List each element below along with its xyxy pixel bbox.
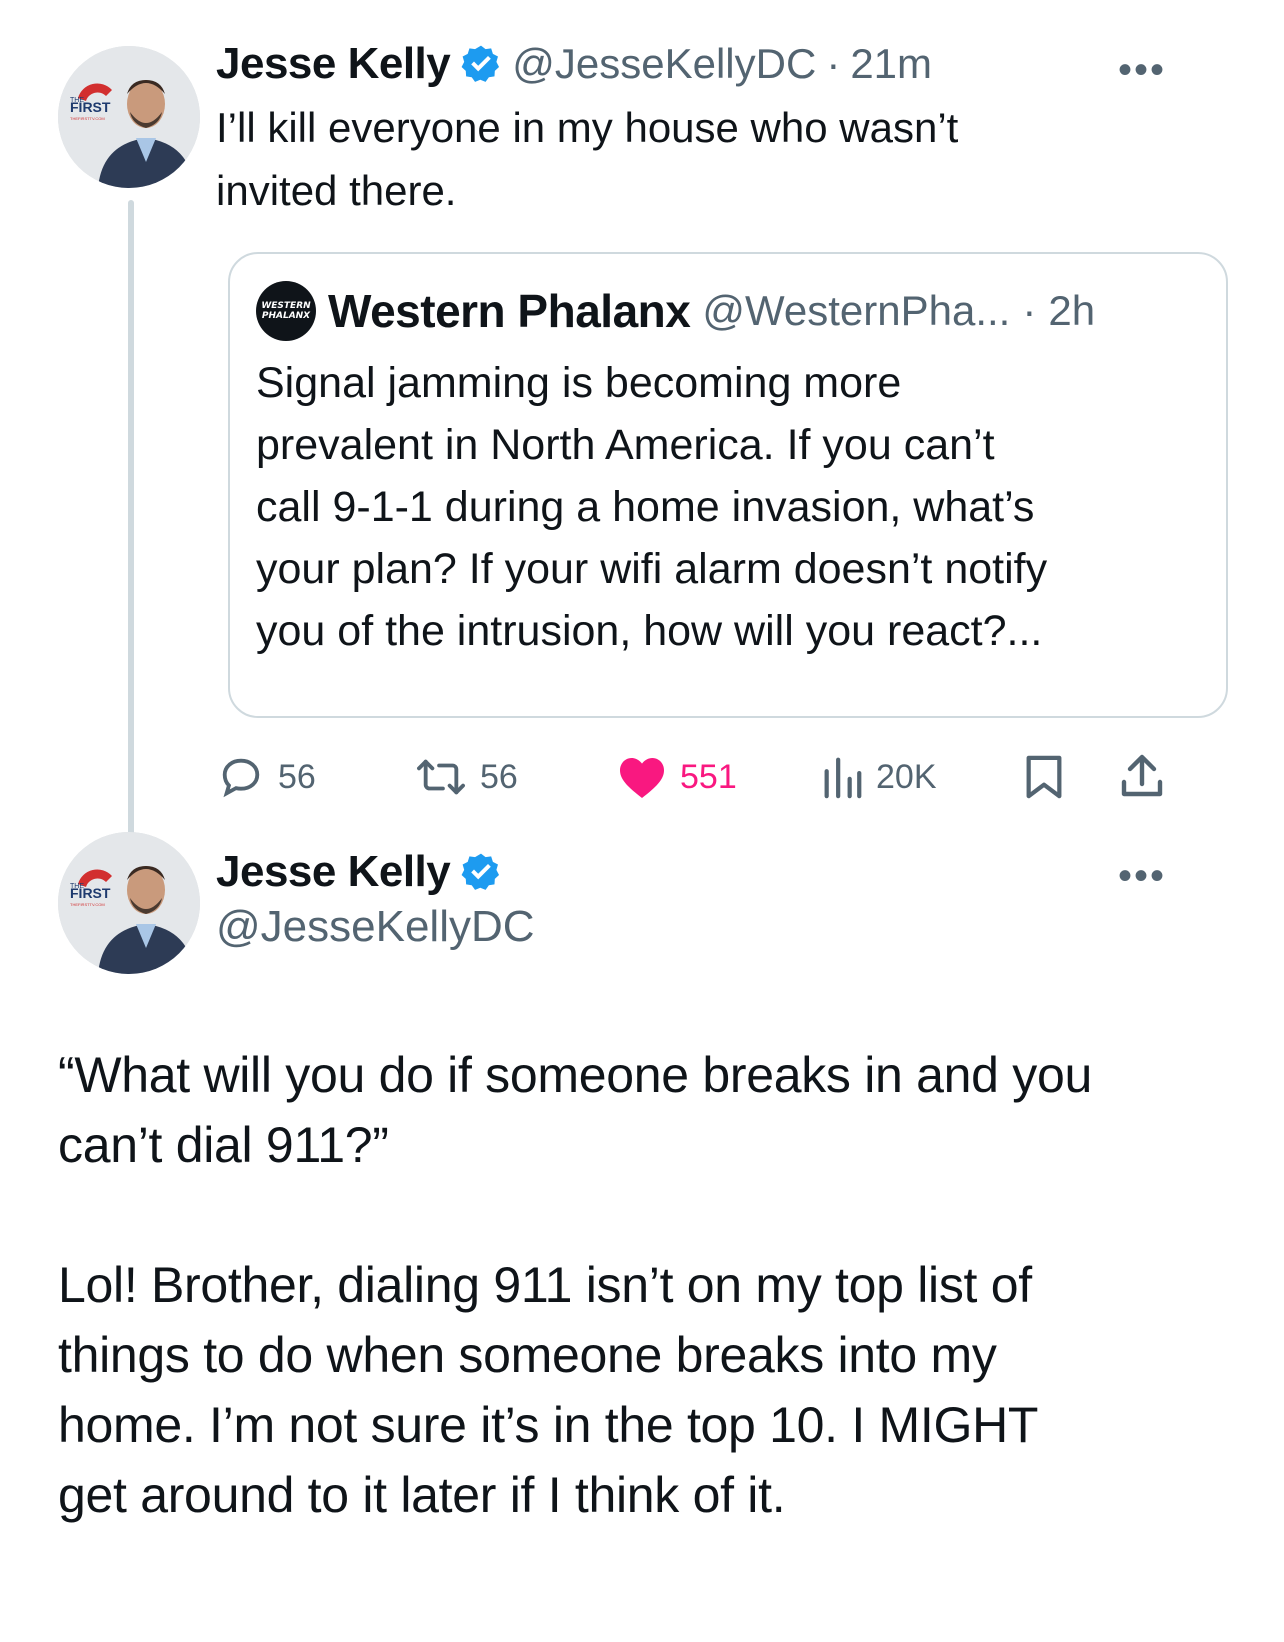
- separator-dot: ·: [826, 40, 841, 87]
- heart-icon: [618, 754, 666, 800]
- quoted-author-handle[interactable]: @WesternPha...: [702, 287, 1010, 335]
- views-button[interactable]: 20K: [822, 754, 937, 800]
- author-handle[interactable]: @JesseKellyDC: [512, 40, 816, 88]
- tweet-text-line: can’t dial 911?”: [58, 1117, 389, 1173]
- tweet-text-line: things to do when someone breaks into my: [58, 1327, 997, 1383]
- tweet-text-line: I’ll kill everyone in my house who wasn’…: [216, 104, 959, 151]
- avatar-badge-first: FIRST: [70, 885, 111, 901]
- reply-count: 56: [278, 757, 316, 796]
- more-options-icon[interactable]: •••: [1118, 50, 1166, 90]
- repost-icon: [416, 754, 466, 800]
- repost-button[interactable]: 56: [416, 754, 518, 800]
- reply-icon: [218, 754, 264, 800]
- avatar-badge-url: THEFIRSTTV.COM: [70, 116, 105, 121]
- quoted-tweet-text: Signal jamming is becoming more prevalen…: [256, 352, 1206, 662]
- author-name[interactable]: Jesse Kelly: [216, 39, 451, 89]
- author-handle[interactable]: @JesseKellyDC: [216, 902, 535, 952]
- tweet-time[interactable]: 21m: [850, 40, 932, 88]
- quoted-avatar[interactable]: WESTERN PHALANX: [256, 281, 316, 341]
- tweet-text-line: “What will you do if someone breaks in a…: [58, 1047, 1092, 1103]
- tweet-text-line: invited there.: [216, 167, 457, 214]
- bookmark-button[interactable]: [1024, 754, 1064, 805]
- quoted-tweet-header: WESTERN PHALANX Western Phalanx @Western…: [256, 280, 1095, 342]
- tweet-text-line: get around to it later if I think of it.: [58, 1467, 786, 1523]
- tweet-text-line: Lol! Brother, dialing 911 isn’t on my to…: [58, 1257, 1032, 1313]
- quoted-text-line: prevalent in North America. If you can’t: [256, 421, 995, 469]
- like-button[interactable]: 551: [618, 754, 737, 800]
- quoted-avatar-line1: WESTERN: [261, 301, 311, 311]
- verified-badge-icon: [460, 43, 502, 85]
- like-count: 551: [680, 757, 737, 796]
- quoted-tweet-time[interactable]: 2h: [1048, 287, 1095, 335]
- thread-line: [128, 200, 134, 860]
- avatar[interactable]: THE FIRST THEFIRSTTV.COM: [58, 832, 200, 974]
- views-icon: [822, 754, 862, 800]
- quoted-text-line: your plan? If your wifi alarm doesn’t no…: [256, 545, 1048, 593]
- quoted-text-line: Signal jamming is becoming more: [256, 359, 902, 407]
- author-name[interactable]: Jesse Kelly: [216, 847, 451, 897]
- parent-tweet-text: I’ll kill everyone in my house who wasn’…: [216, 96, 1196, 222]
- reply-button[interactable]: 56: [218, 754, 316, 800]
- separator-dot: ·: [1022, 287, 1037, 334]
- tweet-text-line: home. I’m not sure it’s in the top 10. I…: [58, 1397, 1039, 1453]
- main-tweet-text: “What will you do if someone breaks in a…: [58, 1040, 1248, 1530]
- avatar-badge-url: THEFIRSTTV.COM: [70, 902, 105, 907]
- quoted-author-name[interactable]: Western Phalanx: [328, 284, 691, 338]
- verified-badge-icon: [460, 851, 502, 893]
- quoted-text-line: you of the intrusion, how will you react…: [256, 607, 1043, 655]
- bookmark-icon: [1024, 755, 1064, 804]
- repost-count: 56: [480, 757, 518, 796]
- avatar-badge-first: FIRST: [70, 99, 111, 115]
- main-tweet-author: Jesse Kelly: [216, 844, 502, 900]
- share-button[interactable]: [1120, 752, 1164, 805]
- avatar[interactable]: THE FIRST THEFIRSTTV.COM: [58, 46, 200, 188]
- more-options-icon[interactable]: •••: [1118, 856, 1166, 896]
- share-icon: [1120, 754, 1164, 804]
- quoted-avatar-line2: PHALANX: [261, 311, 311, 321]
- views-count: 20K: [876, 757, 937, 796]
- quoted-text-line: call 9-1-1 during a home invasion, what’…: [256, 483, 1035, 531]
- parent-tweet-header: Jesse Kelly @JesseKellyDC · 21m: [216, 36, 932, 92]
